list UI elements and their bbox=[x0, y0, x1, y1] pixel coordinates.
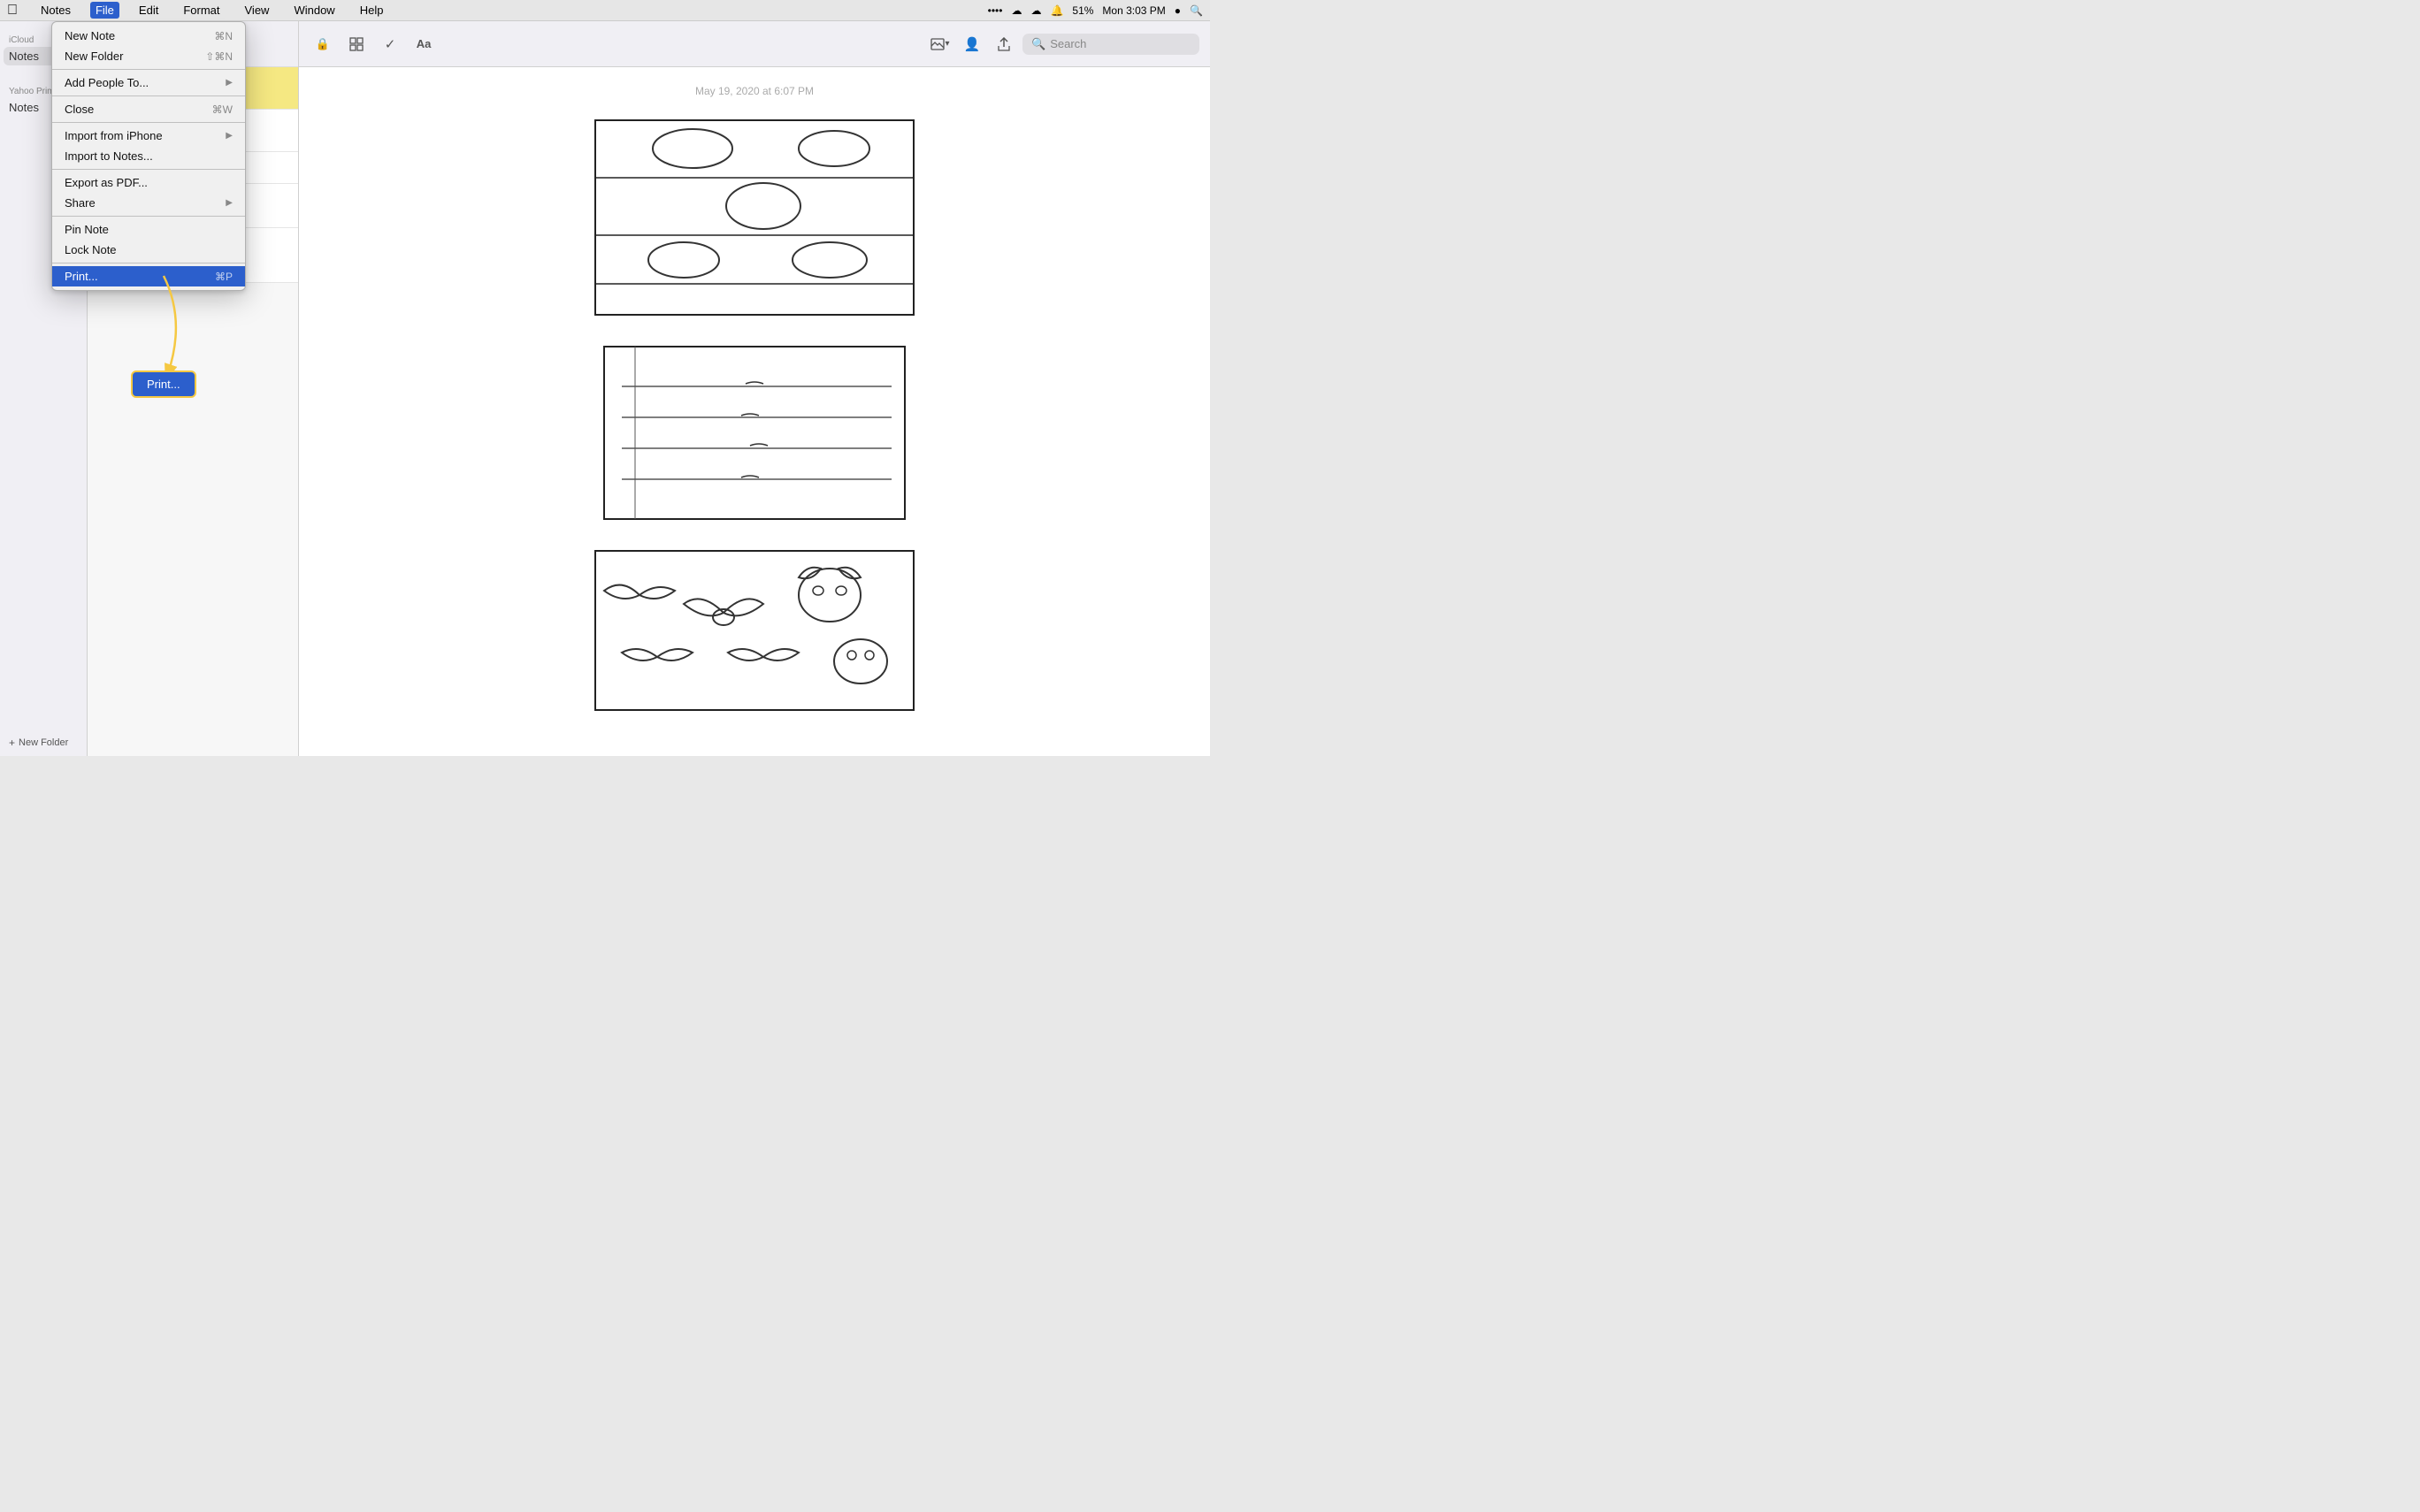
menu-close-shortcut: ⌘W bbox=[212, 103, 233, 116]
menubar-dropbox: ☁ bbox=[1011, 4, 1022, 17]
menu-import-iphone-label: Import from iPhone bbox=[65, 129, 226, 142]
menu-sep-1 bbox=[52, 69, 245, 70]
menubar-cloud: ☁ bbox=[1030, 4, 1041, 17]
menu-close[interactable]: Close ⌘W bbox=[52, 99, 245, 119]
menu-print-shortcut: ⌘P bbox=[215, 271, 233, 283]
menu-add-people-arrow: ▶ bbox=[226, 78, 233, 88]
menu-import-iphone[interactable]: Import from iPhone ▶ bbox=[52, 126, 245, 146]
menu-new-folder-label: New Folder bbox=[65, 50, 188, 63]
menubar-window[interactable]: Window bbox=[288, 2, 340, 19]
menu-import-notes-label: Import to Notes... bbox=[65, 149, 233, 163]
file-menu: New Note ⌘N New Folder ⇧⌘N Add People To… bbox=[51, 21, 246, 291]
menubar-time: Mon 3:03 PM bbox=[1102, 4, 1165, 17]
print-tooltip: Print... bbox=[131, 370, 196, 398]
file-menu-overlay[interactable]: New Note ⌘N New Folder ⇧⌘N Add People To… bbox=[0, 21, 1210, 756]
menubar-dots: •••• bbox=[988, 4, 1003, 17]
menu-pin-note-label: Pin Note bbox=[65, 223, 233, 236]
menubar:  Notes File Edit Format View Window Hel… bbox=[0, 0, 1210, 21]
menu-lock-note[interactable]: Lock Note bbox=[52, 240, 245, 260]
menu-add-people[interactable]: Add People To... ▶ bbox=[52, 73, 245, 93]
menu-share-arrow: ▶ bbox=[226, 198, 233, 208]
menu-new-folder[interactable]: New Folder ⇧⌘N bbox=[52, 46, 245, 66]
menubar-notifications: 🔔 bbox=[1050, 4, 1063, 17]
menubar-right: •••• ☁ ☁ 🔔 51% Mon 3:03 PM ● 🔍 bbox=[988, 4, 1203, 17]
menubar-view[interactable]: View bbox=[240, 2, 275, 19]
menubar-help[interactable]: Help bbox=[355, 2, 389, 19]
menubar-file[interactable]: File bbox=[90, 2, 119, 19]
menu-new-folder-shortcut: ⇧⌘N bbox=[205, 50, 233, 63]
menu-print[interactable]: Print... ⌘P bbox=[52, 266, 245, 286]
menu-import-notes[interactable]: Import to Notes... bbox=[52, 146, 245, 166]
menu-sep-5 bbox=[52, 216, 245, 217]
menu-export-pdf-label: Export as PDF... bbox=[65, 176, 233, 189]
menubar-notes[interactable]: Notes bbox=[35, 2, 76, 19]
menu-sep-3 bbox=[52, 122, 245, 123]
menubar-battery: 51% bbox=[1072, 4, 1093, 17]
menu-print-label: Print... bbox=[65, 270, 197, 283]
menubar-user[interactable]: ● bbox=[1175, 4, 1181, 17]
menu-new-note-shortcut: ⌘N bbox=[214, 30, 233, 42]
menu-close-label: Close bbox=[65, 103, 195, 116]
menu-sep-2 bbox=[52, 95, 245, 96]
menu-pin-note[interactable]: Pin Note bbox=[52, 219, 245, 240]
menu-add-people-label: Add People To... bbox=[65, 76, 226, 89]
print-tooltip-label: Print... bbox=[147, 378, 180, 391]
menubar-edit[interactable]: Edit bbox=[134, 2, 164, 19]
menu-share[interactable]: Share ▶ bbox=[52, 193, 245, 213]
menu-new-note[interactable]: New Note ⌘N bbox=[52, 26, 245, 46]
menu-lock-note-label: Lock Note bbox=[65, 243, 233, 256]
menubar-format[interactable]: Format bbox=[178, 2, 225, 19]
menu-sep-4 bbox=[52, 169, 245, 170]
menubar-search-icon[interactable]: 🔍 bbox=[1190, 4, 1203, 17]
apple-menu[interactable]:  bbox=[7, 3, 18, 19]
menu-share-label: Share bbox=[65, 196, 226, 210]
menu-new-note-label: New Note bbox=[65, 29, 196, 42]
menu-export-pdf[interactable]: Export as PDF... bbox=[52, 172, 245, 193]
menu-import-iphone-arrow: ▶ bbox=[226, 131, 233, 141]
